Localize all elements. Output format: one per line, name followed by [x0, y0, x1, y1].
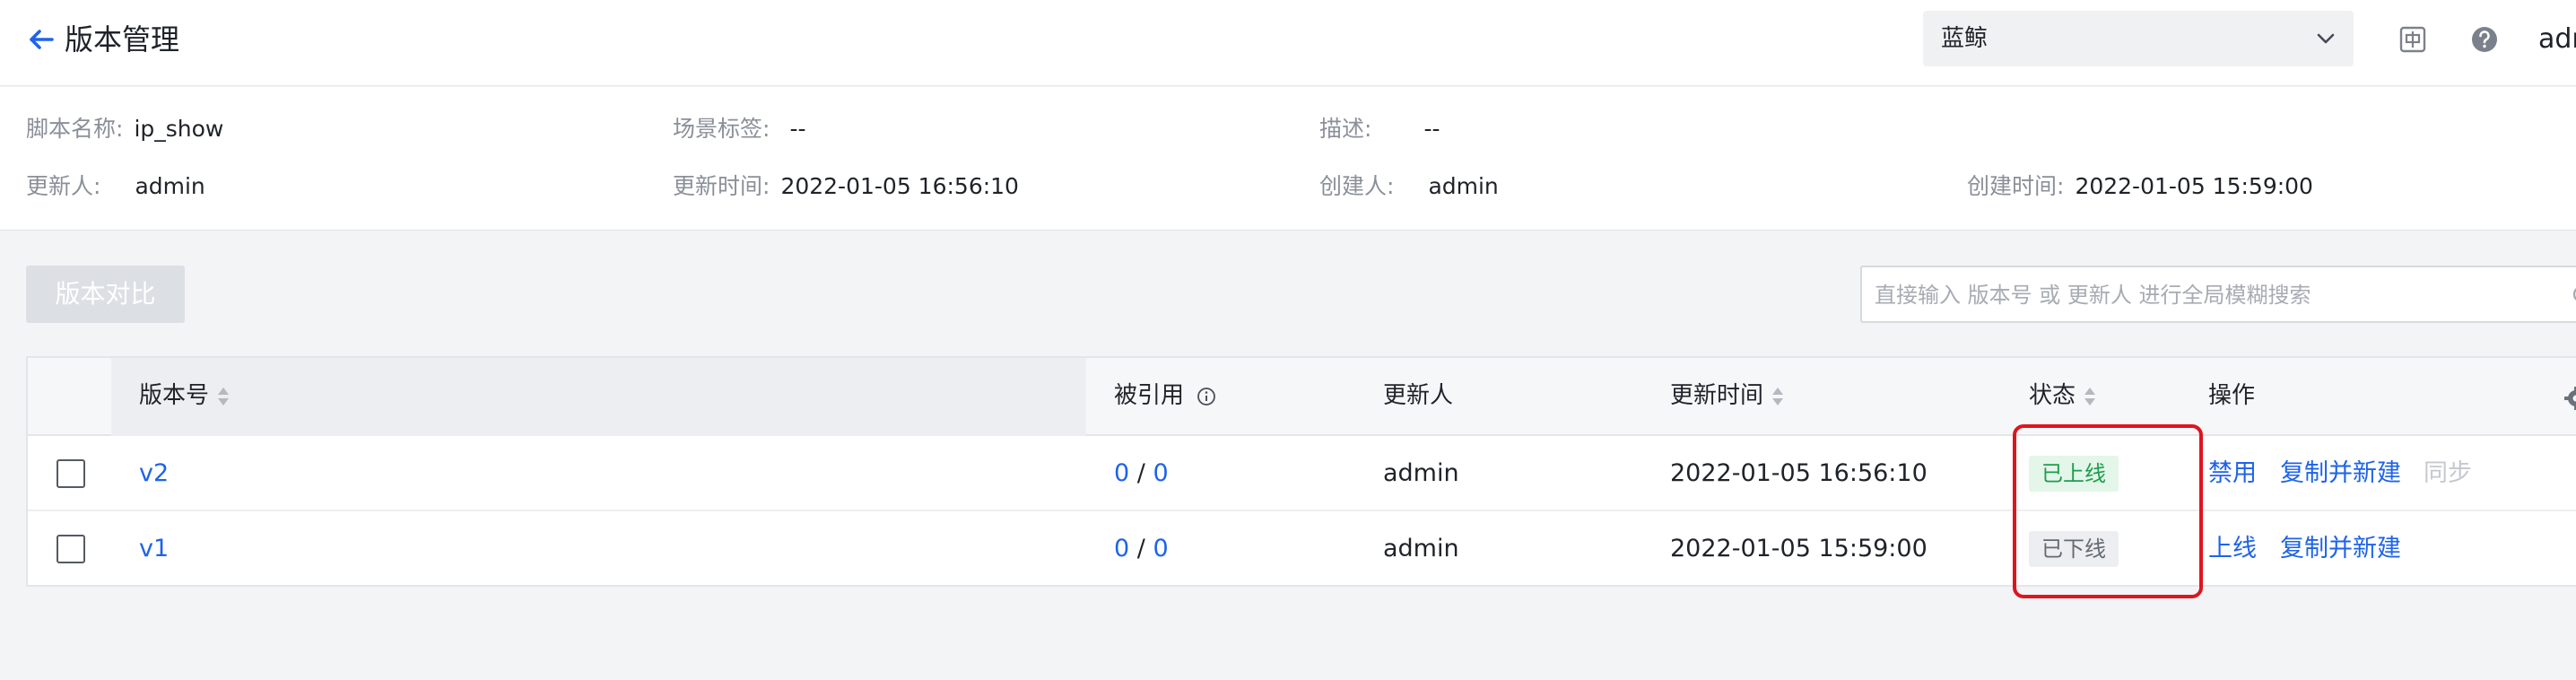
- chevron-down-icon: [2317, 33, 2335, 44]
- column-label: 更新时间: [1670, 382, 1764, 409]
- info-description: 描述: --: [1319, 114, 1440, 144]
- copy-and-create-button[interactable]: 复制并新建: [2280, 458, 2401, 490]
- info-label: 更新时间:: [673, 173, 770, 199]
- sort-icon[interactable]: [1771, 385, 1785, 408]
- info-value: admin: [135, 173, 205, 199]
- info-icon[interactable]: [1197, 387, 1216, 406]
- info-label: 脚本名称:: [26, 116, 124, 142]
- page-title: 版本管理: [65, 22, 180, 57]
- sorted-column-highlight: [111, 358, 1086, 436]
- go-online-button[interactable]: 上线: [2208, 533, 2257, 565]
- copy-and-create-button[interactable]: 复制并新建: [2280, 533, 2401, 565]
- version-link[interactable]: v2: [139, 458, 169, 490]
- top-header: 版本管理 蓝鲸 admin: [0, 0, 2576, 86]
- script-info-panel: 脚本名称: ip_show 场景标签: -- 描述: -- 更新人: admin 更新时…: [0, 87, 2576, 231]
- search-input[interactable]: [1875, 278, 2556, 312]
- version-link[interactable]: v1: [139, 533, 169, 565]
- reference-count-link[interactable]: 0: [1114, 459, 1129, 487]
- search-icon[interactable]: [2571, 283, 2576, 309]
- info-label: 更新人:: [26, 173, 101, 199]
- reference-count: 0 / 0: [1114, 458, 1169, 490]
- reference-count-link[interactable]: 0: [1114, 535, 1129, 562]
- row-update-time: 2022-01-05 16:56:10: [1670, 459, 1928, 487]
- disable-button[interactable]: 禁用: [2208, 458, 2257, 490]
- sort-icon[interactable]: [2083, 385, 2097, 408]
- info-updater: 更新人: admin: [26, 171, 205, 202]
- info-creator: 创建人: admin: [1319, 171, 1499, 202]
- info-update-time: 更新时间: 2022-01-05 16:56:10: [673, 171, 1019, 202]
- chinese-input-icon[interactable]: [2397, 23, 2429, 56]
- version-compare-button[interactable]: 版本对比: [26, 266, 185, 323]
- reference-separator: /: [1136, 535, 1145, 562]
- column-header-actions: 操作: [2208, 382, 2256, 409]
- column-label: 版本号: [139, 382, 210, 409]
- info-create-time: 创建时间: 2022-01-05 15:59:00: [1967, 171, 2313, 202]
- reference-count: 0 / 0: [1114, 533, 1169, 565]
- project-select-value: 蓝鲸: [1941, 25, 1989, 52]
- info-value: ip_show: [134, 116, 224, 142]
- info-value: 2022-01-05 16:56:10: [780, 173, 1019, 199]
- info-script-name: 脚本名称: ip_show: [26, 114, 223, 144]
- column-header-update-time[interactable]: 更新时间: [1670, 379, 1785, 412]
- reference-total-link[interactable]: 0: [1153, 535, 1168, 562]
- sort-icon[interactable]: [216, 385, 231, 408]
- column-header-version[interactable]: 版本号: [139, 379, 231, 412]
- column-header-referenced: 被引用: [1114, 379, 1216, 412]
- info-value: --: [789, 116, 806, 142]
- row-update-time: 2022-01-05 15:59:00: [1670, 535, 1928, 562]
- reference-separator: /: [1136, 459, 1145, 487]
- status-highlight-box: [2013, 424, 2203, 598]
- row-updater: admin: [1383, 459, 1459, 487]
- column-label: 被引用: [1114, 382, 1185, 409]
- gear-icon[interactable]: [2563, 385, 2576, 412]
- help-icon[interactable]: [2468, 23, 2501, 56]
- info-value: admin: [1428, 173, 1499, 199]
- column-label: 状态: [2029, 382, 2076, 409]
- info-label: 描述:: [1319, 116, 1372, 142]
- row-checkbox[interactable]: [57, 535, 85, 563]
- global-search[interactable]: [1860, 266, 2576, 323]
- sync-button[interactable]: 同步: [2424, 458, 2472, 490]
- user-name[interactable]: admin: [2538, 22, 2576, 57]
- row-updater: admin: [1383, 535, 1459, 562]
- column-header-status[interactable]: 状态: [2029, 379, 2097, 412]
- arrow-left-icon[interactable]: [23, 22, 59, 57]
- info-value: 2022-01-05 15:59:00: [2075, 173, 2313, 199]
- info-label: 创建人:: [1319, 173, 1395, 199]
- info-value: --: [1423, 116, 1440, 142]
- column-header-updater: 更新人: [1383, 382, 1454, 409]
- project-select[interactable]: 蓝鲸: [1923, 11, 2354, 66]
- info-scene-tag: 场景标签: --: [673, 114, 805, 144]
- info-label: 场景标签:: [673, 116, 770, 142]
- info-label: 创建时间:: [1967, 173, 2065, 199]
- row-checkbox[interactable]: [57, 459, 85, 488]
- reference-total-link[interactable]: 0: [1153, 459, 1168, 487]
